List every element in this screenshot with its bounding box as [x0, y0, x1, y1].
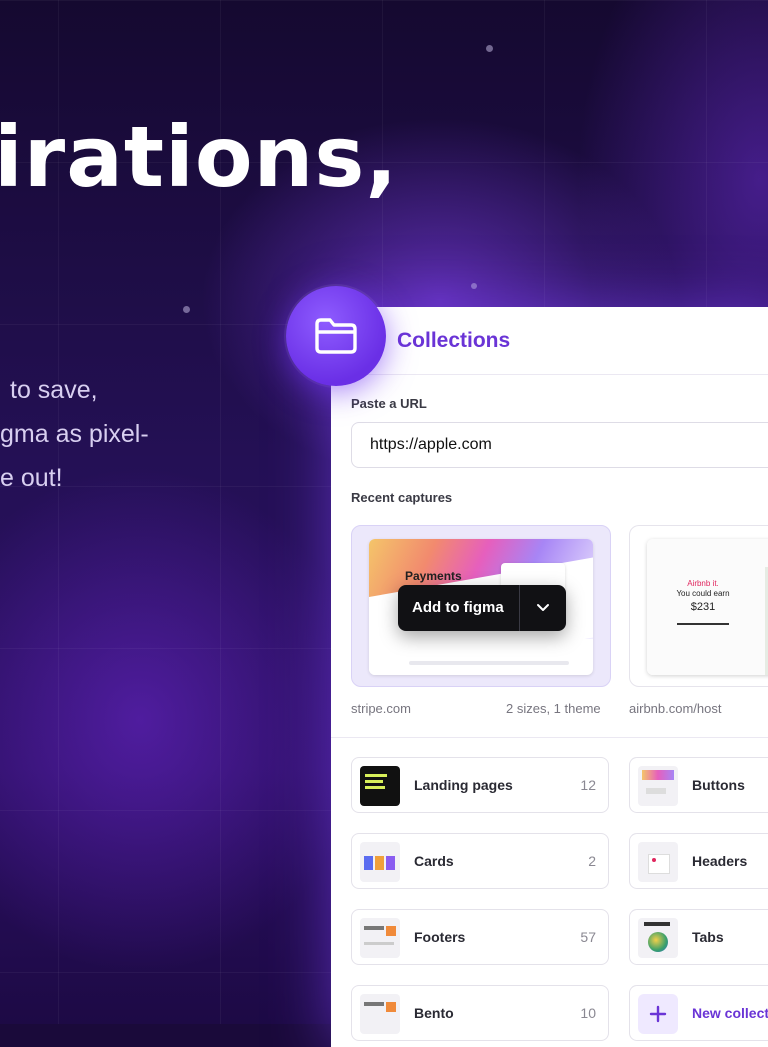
hero-subtitle: to save, gma as pixel- e out! [0, 368, 149, 500]
divider [331, 737, 768, 738]
folder-badge [286, 286, 386, 386]
chevron-down-icon [536, 604, 549, 611]
decor-dot [471, 283, 477, 289]
collection-thumbnail [360, 842, 400, 882]
collection-thumbnail [638, 918, 678, 958]
collection-thumbnail [360, 766, 400, 806]
decor-dot [486, 45, 493, 52]
hero-subtitle-line: to save, [10, 376, 98, 404]
add-to-figma-label: Add to figma [412, 599, 504, 616]
collection-thumbnail [638, 842, 678, 882]
recent-captures-label: Recent captures [351, 490, 453, 505]
collection-thumbnail [360, 918, 400, 958]
folder-icon [315, 318, 357, 354]
collection-count: 12 [580, 777, 596, 793]
collection-thumbnail [638, 766, 678, 806]
preview-line: You could earn [676, 589, 730, 598]
collection-count: 10 [580, 1005, 596, 1021]
add-tile [638, 994, 678, 1034]
capture-meta: 2 sizes, 1 theme [506, 701, 601, 716]
collection-name: Buttons [692, 777, 745, 793]
hero-subtitle-line: gma as pixel- [0, 420, 149, 448]
decor-dot [183, 306, 190, 313]
collections-panel: Collections Paste a URL Recent captures … [331, 307, 768, 1047]
collection-buttons[interactable]: Buttons [629, 757, 768, 813]
new-collection-label: New collecti [692, 1005, 768, 1021]
collection-name: Bento [414, 1005, 454, 1021]
collection-name: Headers [692, 853, 748, 869]
new-collection-button[interactable]: New collecti [629, 985, 768, 1041]
add-to-figma-button[interactable]: Add to figma [398, 585, 566, 631]
collection-name: Landing pages [414, 777, 513, 793]
hero-title: irations, [0, 108, 399, 206]
collection-headers[interactable]: Headers [629, 833, 768, 889]
url-label: Paste a URL [351, 396, 427, 411]
collection-landing-pages[interactable]: Landing pages 12 [351, 757, 609, 813]
collection-name: Footers [414, 929, 466, 945]
collection-footers[interactable]: Footers 57 [351, 909, 609, 965]
preview-heading: Payments [405, 569, 462, 583]
url-input[interactable] [351, 422, 768, 468]
panel-title: Collections [397, 329, 511, 352]
add-to-figma-dropdown[interactable] [519, 585, 566, 631]
hero-subtitle-line: e out! [0, 464, 63, 492]
capture-site: stripe.com [351, 701, 411, 716]
preview-line: Airbnb it. [687, 579, 719, 588]
collection-thumbnail [360, 994, 400, 1034]
capture-card-airbnb[interactable]: Airbnb it. You could earn $231 [629, 525, 768, 687]
collection-bento[interactable]: Bento 10 [351, 985, 609, 1041]
collection-count: 57 [580, 929, 596, 945]
collection-name: Cards [414, 853, 454, 869]
preview-price: $231 [690, 601, 716, 613]
collection-count: 2 [588, 853, 596, 869]
collection-cards[interactable]: Cards 2 [351, 833, 609, 889]
capture-preview-airbnb: Airbnb it. You could earn $231 [647, 539, 768, 675]
panel-header: Collections [331, 307, 768, 375]
collection-name: Tabs [692, 929, 724, 945]
plus-icon [649, 1005, 667, 1023]
capture-site: airbnb.com/host [629, 701, 722, 716]
collection-tabs[interactable]: Tabs [629, 909, 768, 965]
